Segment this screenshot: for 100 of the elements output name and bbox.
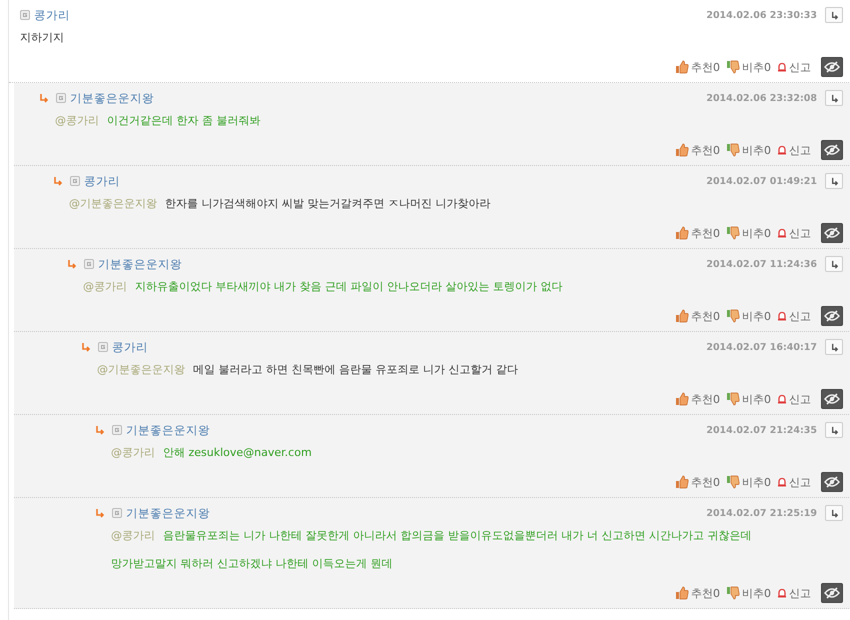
reply-button[interactable]	[825, 505, 843, 521]
thumbs-up-icon[interactable]	[675, 226, 689, 240]
eye-slash-icon	[824, 393, 840, 405]
unrecommend-count[interactable]: 비추0	[742, 586, 771, 600]
reply-arrow-icon	[95, 508, 105, 518]
reply-icon	[830, 260, 838, 268]
reply-button[interactable]	[825, 256, 843, 272]
hide-button[interactable]	[821, 389, 843, 409]
comment-text: 이건거같은데 한자 좀 불러줘봐	[107, 114, 260, 128]
thumbs-up-icon[interactable]	[675, 586, 689, 600]
hide-button[interactable]	[821, 140, 843, 160]
reply-arrow-icon	[81, 342, 91, 352]
reply-icon	[830, 508, 838, 518]
comment-date: 2014.02.06 23:30:33	[706, 10, 817, 20]
siren-icon[interactable]	[777, 588, 787, 598]
thumbs-down-icon[interactable]	[726, 143, 740, 157]
unrecommend-count[interactable]: 비추0	[742, 308, 771, 324]
report-link[interactable]: 신고	[789, 586, 811, 600]
thumbs-up-icon[interactable]	[675, 475, 689, 489]
unrecommend-count[interactable]: 비추0	[742, 142, 771, 158]
author-name[interactable]: 콩가리	[84, 174, 120, 188]
comment-text: 음란물유포죄는 니가 나한테 잘못한게 아니라서 합의금을 받을이유도없을뿐더러 내가 너 신고하면 시간나가고 귀찮은데	[163, 529, 752, 543]
level-icon	[84, 259, 94, 269]
level-icon	[112, 508, 122, 518]
recommend-count[interactable]: 추천0	[691, 226, 720, 240]
reply-button[interactable]	[825, 90, 843, 106]
unrecommend-count[interactable]: 비추0	[742, 474, 771, 490]
reply-button[interactable]	[825, 7, 843, 23]
siren-icon[interactable]	[777, 311, 787, 321]
thumbs-down-icon[interactable]	[726, 586, 740, 600]
reply-button[interactable]	[825, 339, 843, 355]
comment-date: 2014.02.06 23:32:08	[706, 92, 817, 104]
comment-date: 2014.02.07 16:40:17	[706, 342, 817, 352]
hide-button[interactable]	[821, 57, 843, 77]
eye-slash-icon	[824, 144, 840, 156]
level-icon	[98, 342, 108, 352]
thumbs-up-icon[interactable]	[675, 143, 689, 157]
level-icon	[20, 10, 30, 20]
level-icon	[70, 176, 80, 186]
comment-text: 메일 불러라고 하면 친목빤에 음란물 유포죄로 니가 신고할거 같다	[193, 363, 518, 377]
author-name[interactable]: 기분좋은운지왕	[126, 422, 210, 438]
report-link[interactable]: 신고	[789, 60, 811, 74]
eye-slash-icon	[824, 227, 840, 239]
comment-text: 지하기지	[20, 31, 64, 45]
reply-arrow-icon	[39, 93, 49, 103]
author-name[interactable]: 기분좋은운지왕	[70, 90, 154, 106]
reply-icon	[830, 342, 838, 352]
reply-arrow-icon	[53, 176, 63, 186]
author-name[interactable]: 콩가리	[34, 8, 70, 22]
thumbs-down-icon[interactable]	[726, 475, 740, 489]
reply-icon	[830, 10, 838, 20]
comment-date: 2014.02.07 01:49:21	[706, 176, 817, 186]
siren-icon[interactable]	[777, 228, 787, 238]
unrecommend-count[interactable]: 비추0	[742, 392, 771, 406]
thumbs-down-icon[interactable]	[726, 392, 740, 406]
hide-button[interactable]	[821, 306, 843, 326]
recommend-count[interactable]: 추천0	[691, 474, 720, 490]
siren-icon[interactable]	[777, 62, 787, 72]
siren-icon[interactable]	[777, 394, 787, 404]
hide-button[interactable]	[821, 472, 843, 492]
comment-date: 2014.02.07 11:24:36	[706, 258, 817, 270]
siren-icon[interactable]	[777, 477, 787, 487]
comment-date: 2014.02.07 21:24:35	[706, 424, 817, 436]
recommend-count[interactable]: 추천0	[691, 392, 720, 406]
unrecommend-count[interactable]: 비추0	[742, 60, 771, 74]
thumbs-up-icon[interactable]	[675, 60, 689, 74]
recommend-count[interactable]: 추천0	[691, 586, 720, 600]
thumbs-down-icon[interactable]	[726, 60, 740, 74]
level-icon	[112, 425, 122, 435]
report-link[interactable]: 신고	[789, 474, 811, 490]
author-name[interactable]: 기분좋은운지왕	[98, 256, 182, 272]
recommend-count[interactable]: 추천0	[691, 60, 720, 74]
comment-text: 망가받고말지 뭐하러 신고하겠냐 나한테 이득오는게 뭔데	[111, 557, 392, 571]
eye-slash-icon	[824, 476, 840, 488]
thumbs-down-icon[interactable]	[726, 309, 740, 323]
report-link[interactable]: 신고	[789, 392, 811, 406]
comment-date: 2014.02.07 21:25:19	[706, 508, 817, 518]
hide-button[interactable]	[821, 583, 843, 603]
level-icon	[56, 93, 66, 103]
recommend-count[interactable]: 추천0	[691, 308, 720, 324]
thumbs-up-icon[interactable]	[675, 309, 689, 323]
siren-icon[interactable]	[777, 145, 787, 155]
reply-arrow-icon	[95, 425, 105, 435]
reply-button[interactable]	[825, 422, 843, 438]
reply-icon	[830, 176, 838, 186]
author-name[interactable]: 기분좋은운지왕	[126, 506, 210, 520]
eye-slash-icon	[824, 310, 840, 322]
report-link[interactable]: 신고	[789, 308, 811, 324]
eye-slash-icon	[824, 61, 840, 73]
recommend-count[interactable]: 추천0	[691, 142, 720, 158]
author-name[interactable]: 콩가리	[112, 340, 148, 354]
report-link[interactable]: 신고	[789, 226, 811, 240]
thumbs-up-icon[interactable]	[675, 392, 689, 406]
thumbs-down-icon[interactable]	[726, 226, 740, 240]
unrecommend-count[interactable]: 비추0	[742, 226, 771, 240]
report-link[interactable]: 신고	[789, 142, 811, 158]
eye-slash-icon	[824, 587, 840, 599]
reply-arrow-icon	[67, 259, 77, 269]
reply-button[interactable]	[825, 173, 843, 189]
hide-button[interactable]	[821, 223, 843, 243]
